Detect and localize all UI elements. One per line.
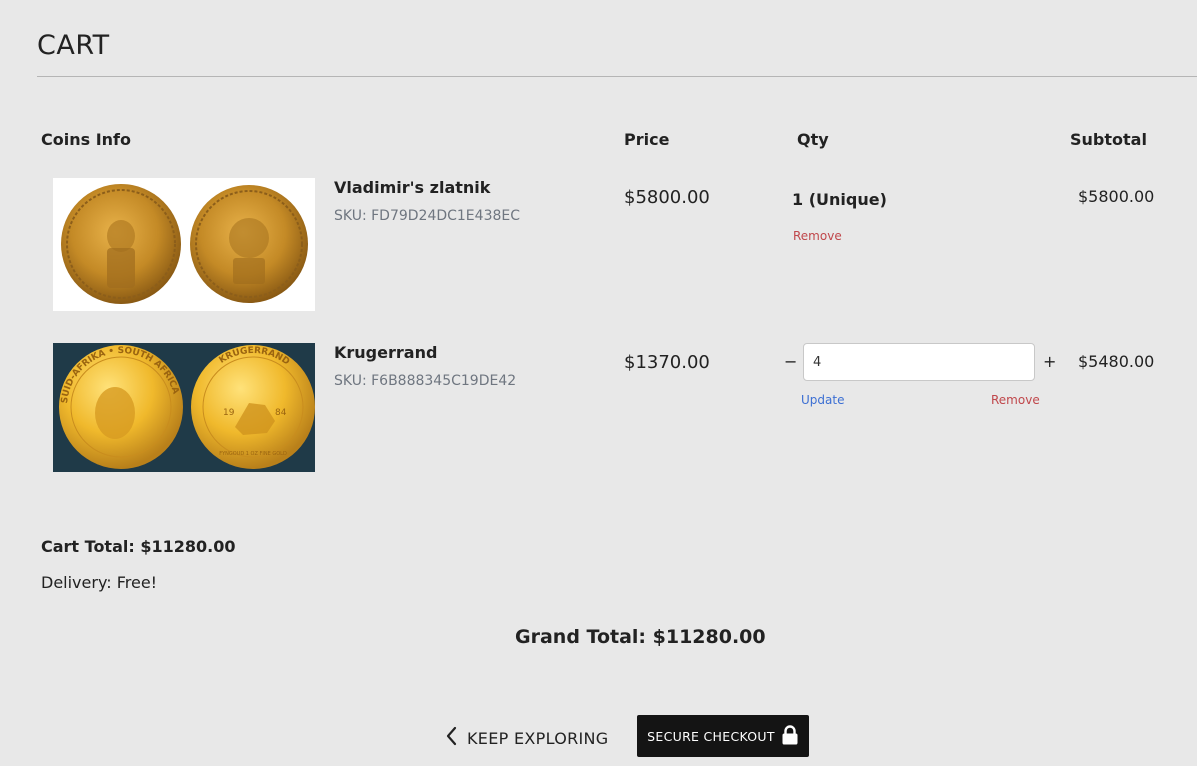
decrement-button[interactable]: −	[784, 352, 797, 371]
coin-year-b: 84	[275, 408, 287, 418]
quantity-input[interactable]	[803, 343, 1035, 381]
divider	[37, 76, 1197, 77]
coin-year-a: 19	[223, 408, 235, 418]
item-subtotal: $5480.00	[1078, 352, 1155, 371]
remove-link[interactable]: Remove	[991, 393, 1040, 407]
delivery-info: Delivery: Free!	[41, 573, 158, 592]
item-price: $5800.00	[624, 187, 710, 208]
column-header-subtotal: Subtotal	[1070, 130, 1147, 149]
increment-button[interactable]: +	[1043, 352, 1056, 371]
lock-icon	[781, 724, 799, 748]
item-sku: SKU: FD79D24DC1E438EC	[334, 208, 520, 224]
item-name[interactable]: Vladimir's zlatnik	[334, 178, 490, 197]
item-qty-unique: 1 (Unique)	[792, 190, 887, 209]
update-link[interactable]: Update	[801, 393, 844, 407]
column-header-price: Price	[624, 130, 670, 149]
keep-exploring-link[interactable]: KEEP EXPLORING	[445, 726, 609, 750]
grand-total: Grand Total: $11280.00	[515, 626, 766, 648]
page-title: CART	[37, 30, 110, 61]
cart-total: Cart Total: $11280.00	[41, 537, 236, 556]
item-name[interactable]: Krugerrand	[334, 343, 437, 362]
item-sku: SKU: F6B888345C19DE42	[334, 373, 517, 389]
column-header-coins-info: Coins Info	[41, 130, 131, 149]
chevron-left-icon	[445, 726, 457, 750]
remove-link[interactable]: Remove	[793, 229, 842, 243]
keep-exploring-label: KEEP EXPLORING	[467, 728, 609, 748]
item-subtotal: $5800.00	[1078, 187, 1155, 206]
coin-small-lettering: FYNGOUD 1 OZ FINE GOLD	[219, 451, 287, 457]
coin-image-vladimirs-zlatnik[interactable]	[53, 178, 315, 311]
coin-image-krugerrand[interactable]: SUID-AFRIKA • SOUTH AFRICA KRUGERRAND 19…	[53, 343, 315, 472]
checkout-label: SECURE CHECKOUT	[647, 728, 775, 744]
item-price: $1370.00	[624, 352, 710, 373]
column-header-qty: Qty	[797, 130, 829, 149]
secure-checkout-button[interactable]: SECURE CHECKOUT	[637, 715, 809, 757]
